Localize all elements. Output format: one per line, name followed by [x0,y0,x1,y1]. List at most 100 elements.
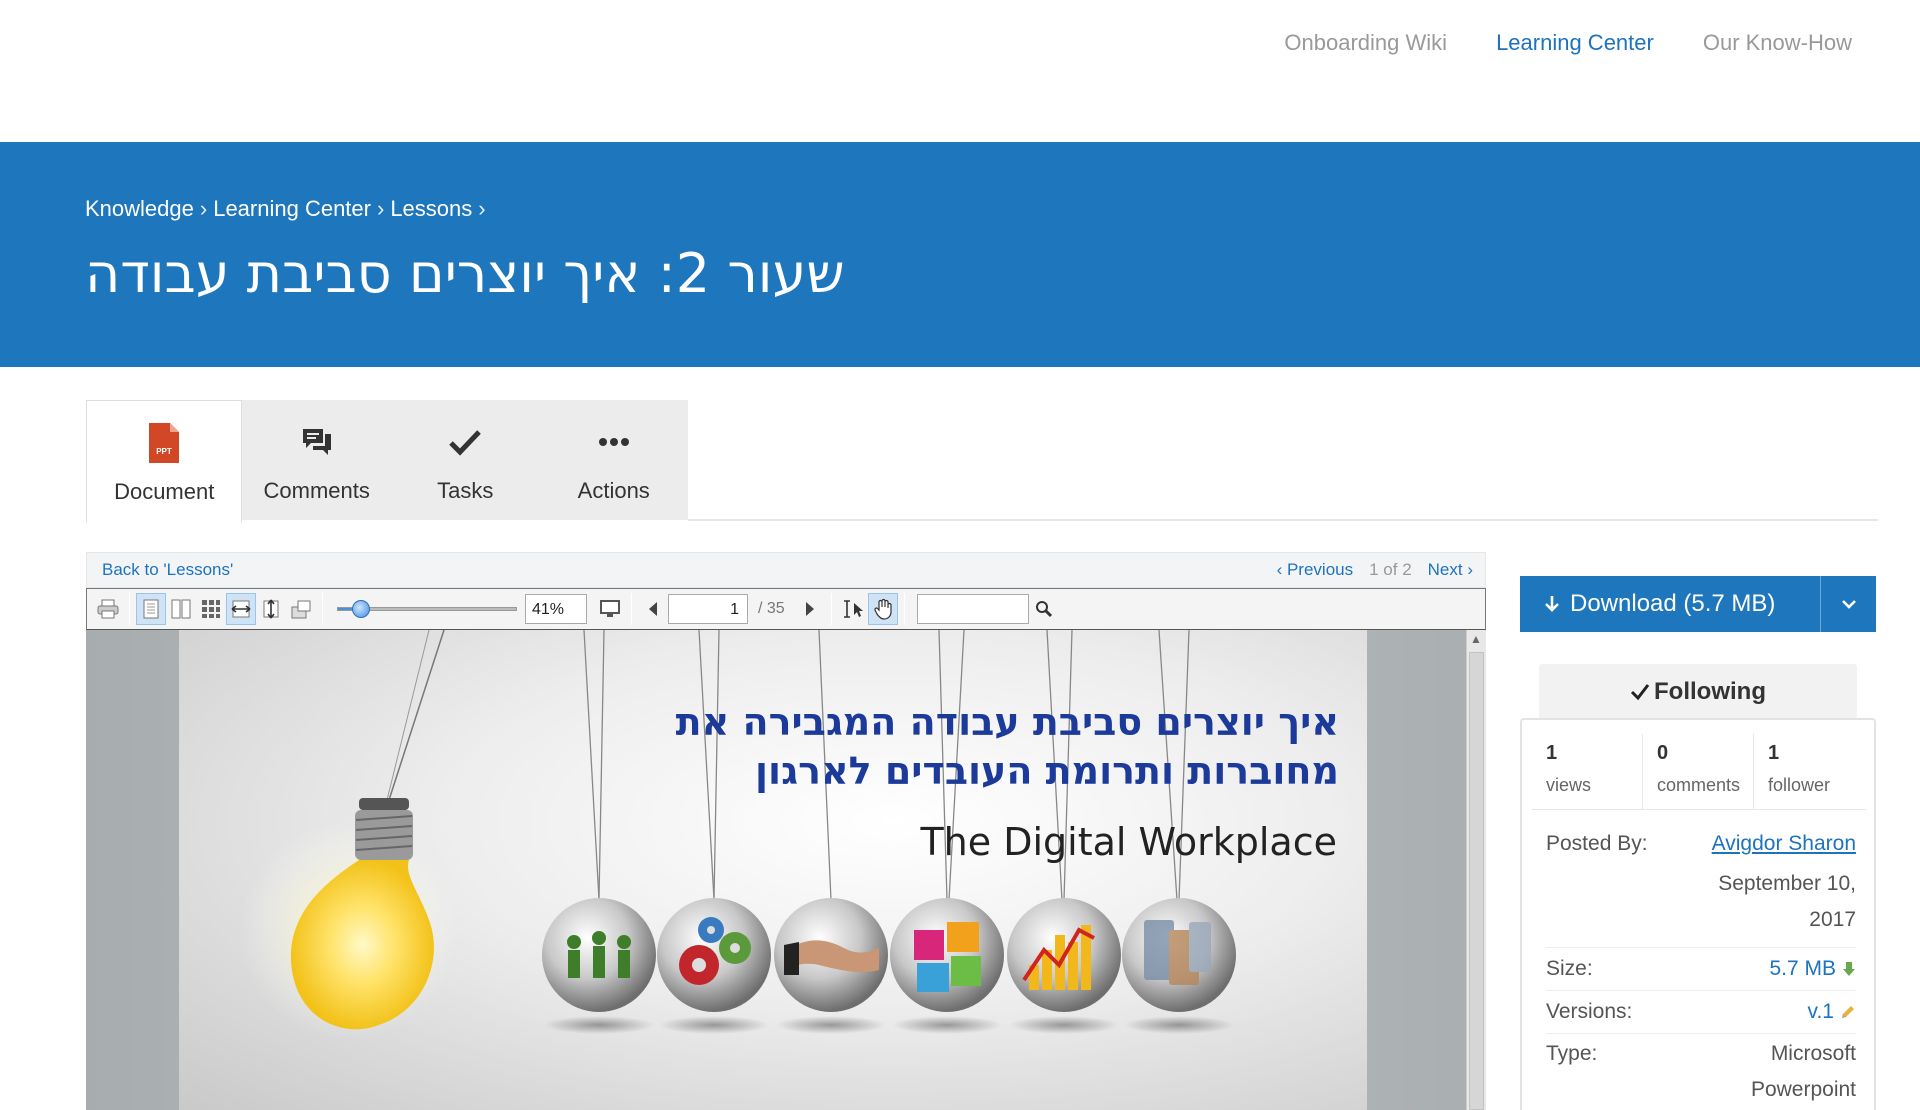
page-total: / 35 [758,600,785,617]
document-viewport[interactable]: איך יוצרים סביבת עבודה המגבירה את מחוברו… [86,630,1486,1110]
posted-date: September 10, 2017 [1718,872,1856,931]
tab-actions[interactable]: Actions [539,400,688,520]
document-metadata: Posted By: Avigdor Sharon September 10, … [1546,824,1856,1108]
page-banner: Knowledge › Learning Center › Lessons › … [0,142,1920,367]
breadcrumb-separator: › [376,196,385,221]
fullscreen-button[interactable] [595,593,625,625]
versions-label: Versions: [1546,1000,1633,1023]
nav-link-our-know-how[interactable]: Our Know-How [1703,30,1852,56]
next-page-button[interactable] [795,593,825,625]
download-button[interactable]: Download (5.7 MB) [1520,576,1820,632]
fit-width-button[interactable] [226,593,256,625]
toolbar-separator [903,593,905,625]
size-label: Size: [1546,957,1593,980]
tabs-divider [688,519,1878,521]
versions-value: v.1 [1807,1000,1834,1023]
slide-title-line-2: מחוברות ותרומת העובדים לארגון [755,749,1339,793]
versions-link[interactable]: v.1 [1808,1000,1856,1024]
slide-subtitle: The Digital Workplace [920,820,1337,864]
scrollbar-thumb[interactable] [1469,652,1484,1110]
zoom-slider[interactable] [337,593,517,625]
viewer-toolbar: 41% 1 / 35 [86,588,1486,630]
breadcrumb-separator: › [199,196,208,221]
viewer-header: Back to 'Lessons' ‹ Previous 1 of 2 Next… [86,552,1486,588]
pan-tool-button[interactable] [867,593,898,625]
arrow-right-icon [805,602,814,616]
document-tabs: PPT Document Comments Tasks Actions [86,400,688,522]
grid-icon [202,600,220,618]
pager: ‹ Previous 1 of 2 Next › [1277,560,1473,580]
thumbnail-view-button[interactable] [196,593,226,625]
fit-height-button[interactable] [256,593,286,625]
search-button[interactable] [1029,593,1059,625]
tab-document-label: Document [114,479,215,504]
toolbar-separator [322,593,323,625]
arrow-left-icon [649,602,657,616]
zoom-level-input[interactable]: 41% [525,594,587,624]
download-green-icon [1843,962,1855,976]
tab-comments[interactable]: Comments [242,400,391,520]
text-cursor-icon [843,600,863,618]
breadcrumb-learning-center[interactable]: Learning Center [213,196,371,222]
stat-number: 1 [1546,742,1558,764]
download-label: Download (5.7 MB) [1570,590,1776,617]
single-page-icon [143,599,159,619]
monitor-icon [600,600,620,617]
print-button[interactable] [93,593,123,625]
top-nav-links: Onboarding Wiki Learning Center Our Know… [1284,30,1852,56]
meta-posted-by: Posted By: Avigdor Sharon September 10, … [1546,824,1856,948]
top-navigation: Onboarding Wiki Learning Center Our Know… [0,0,1920,142]
download-options-button[interactable] [1820,576,1876,632]
toolbar-separator [830,593,832,625]
breadcrumb-lessons[interactable]: Lessons [390,196,472,222]
pager-count: 1 of 2 [1369,560,1412,579]
stat-followers: 1 follower [1754,734,1865,809]
hand-icon [874,598,892,620]
stat-label: comments [1657,775,1741,795]
stat-label: views [1546,775,1592,795]
next-link[interactable]: Next › [1428,560,1473,580]
nav-link-onboarding-wiki[interactable]: Onboarding Wiki [1284,30,1447,56]
meta-versions: Versions: v.1 [1546,991,1856,1034]
check-icon [1630,684,1650,701]
document-info-card: 1 views 0 comments 1 follower Posted By:… [1520,718,1876,1110]
tab-tasks[interactable]: Tasks [391,400,540,520]
stat-number: 1 [1768,742,1780,764]
zoom-slider-handle[interactable] [351,600,370,618]
slide-title: איך יוצרים סביבת עבודה המגבירה את מחוברו… [439,698,1339,796]
previous-page-button[interactable] [638,593,668,625]
following-button[interactable]: Following [1539,664,1857,720]
back-to-lessons-link[interactable]: Back to 'Lessons' [102,560,233,580]
slide-page: איך יוצרים סביבת עבודה המגבירה את מחוברו… [179,630,1367,1110]
rotate-button[interactable] [286,593,316,625]
viewer-scrollbar[interactable]: ▲ [1466,630,1486,1110]
two-page-view-button[interactable] [166,593,196,625]
breadcrumb-separator: › [478,196,486,221]
breadcrumb-knowledge[interactable]: Knowledge [85,196,194,222]
rotate-icon [291,600,311,619]
single-page-view-button[interactable] [136,593,166,625]
text-select-button[interactable] [838,593,868,625]
chevron-down-icon [1841,600,1856,609]
document-search-input[interactable] [916,594,1029,624]
fit-height-icon [263,599,279,619]
toolbar-separator [631,593,632,625]
size-value: 5.7 MB [1769,957,1836,980]
size-download-link[interactable]: 5.7 MB [1769,957,1856,981]
scroll-up-icon[interactable]: ▲ [1470,632,1482,646]
check-icon [449,418,482,466]
comments-icon [301,418,333,466]
following-label: Following [1654,678,1766,705]
tab-document[interactable]: PPT Document [86,400,243,522]
fit-width-icon [231,600,251,618]
posted-by-label: Posted By: [1546,832,1648,855]
ppt-file-icon: PPT [149,419,180,467]
two-page-icon [171,599,191,619]
author-link[interactable]: Avigdor Sharon [1712,832,1856,856]
previous-link[interactable]: ‹ Previous [1277,560,1354,580]
page-number-input[interactable]: 1 [668,594,748,624]
nav-link-learning-center[interactable]: Learning Center [1496,30,1654,56]
meta-type: Type: Microsoft Powerpoint [1546,1034,1856,1108]
toolbar-separator [129,593,130,625]
stat-number: 0 [1657,742,1669,764]
